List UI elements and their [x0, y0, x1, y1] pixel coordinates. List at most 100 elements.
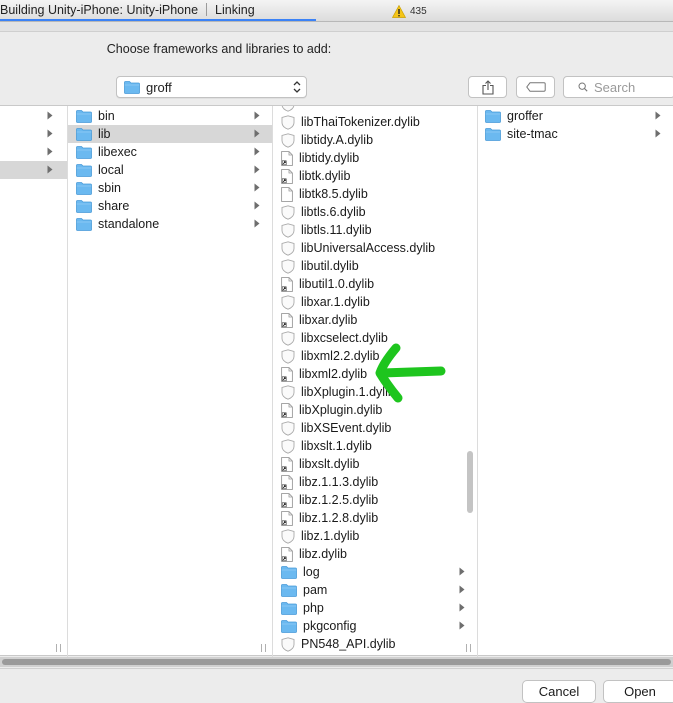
- chevron-right-icon: [459, 603, 465, 612]
- dylib-icon: [281, 294, 295, 310]
- column-resize-handle[interactable]: [56, 644, 61, 652]
- list-item-label: libexec: [98, 145, 137, 159]
- list-item[interactable]: [0, 143, 67, 161]
- list-item-label: libThaiTokenizer.dylib: [301, 115, 420, 129]
- build-progress-bar: [0, 19, 317, 21]
- list-item[interactable]: libz.dylib: [273, 545, 477, 563]
- list-item-label: php: [303, 601, 324, 615]
- list-item[interactable]: local: [68, 161, 272, 179]
- activity-bar: Building Unity-iPhone: Unity-iPhone Linki…: [0, 0, 673, 22]
- alias-file-icon: [281, 402, 293, 418]
- list-item-label: sbin: [98, 181, 121, 195]
- folder-icon: [124, 80, 140, 94]
- list-item[interactable]: libz.1.1.3.dylib: [273, 473, 477, 491]
- location-popup[interactable]: groff: [116, 76, 307, 98]
- list-item-label: libtk.dylib: [299, 169, 351, 183]
- list-item[interactable]: libxml2.2.dylib: [273, 347, 477, 365]
- list-item[interactable]: libtidy.A.dylib: [273, 131, 477, 149]
- list-item-label: libtk8.5.dylib: [299, 187, 368, 201]
- open-button[interactable]: Open: [603, 680, 673, 703]
- list-item[interactable]: libXplugin.1.dylib: [273, 383, 477, 401]
- list-item[interactable]: pkgconfig: [273, 617, 477, 635]
- list-item[interactable]: libtk8.5.dylib: [273, 185, 477, 203]
- share-button[interactable]: [468, 76, 507, 98]
- chevron-right-icon: [254, 201, 260, 210]
- list-item[interactable]: site-tmac: [478, 125, 673, 143]
- list-item-label: libXplugin.dylib: [299, 403, 383, 417]
- list-item[interactable]: libXplugin.dylib: [273, 401, 477, 419]
- activity-status: Linking: [215, 3, 255, 17]
- list-item-label: groffer: [507, 109, 543, 123]
- list-item[interactable]: PN548_API.dylib: [273, 635, 477, 653]
- column-parent[interactable]: [0, 106, 68, 657]
- list-item[interactable]: [0, 125, 67, 143]
- list-item[interactable]: [0, 107, 67, 125]
- list-item[interactable]: [0, 161, 67, 179]
- list-item[interactable]: libexec: [68, 143, 272, 161]
- list-item[interactable]: libxar.dylib: [273, 311, 477, 329]
- column-usr[interactable]: bin lib libexec local sbin share standalone: [68, 106, 273, 657]
- alias-file-icon: [281, 474, 293, 490]
- cancel-button[interactable]: Cancel: [522, 680, 596, 703]
- list-item-label: libxslt.dylib: [299, 457, 360, 471]
- list-item[interactable]: libutil1.0.dylib: [273, 275, 477, 293]
- folder-icon: [76, 145, 92, 159]
- list-item[interactable]: libXSEvent.dylib: [273, 419, 477, 437]
- list-item-label: libxml2.dylib: [299, 367, 368, 381]
- list-item[interactable]: pam: [273, 581, 477, 599]
- list-item[interactable]: sbin: [68, 179, 272, 197]
- folder-icon: [76, 109, 92, 123]
- warning-icon: [392, 4, 406, 18]
- alias-file-icon: [281, 366, 293, 382]
- chevron-right-icon: [655, 129, 661, 138]
- list-item-partial[interactable]: [273, 106, 477, 113]
- list-item[interactable]: libxcselect.dylib: [273, 329, 477, 347]
- folder-icon: [281, 583, 297, 597]
- list-item[interactable]: lib: [68, 125, 272, 143]
- list-item[interactable]: libutil.dylib: [273, 257, 477, 275]
- list-item[interactable]: php: [273, 599, 477, 617]
- column-resize-handle[interactable]: [261, 644, 266, 652]
- search-icon: [578, 82, 588, 92]
- alias-file-icon: [281, 168, 293, 184]
- dylib-icon: [281, 106, 295, 112]
- search-field[interactable]: [563, 76, 673, 98]
- dylib-icon: [281, 438, 295, 454]
- list-item[interactable]: bin: [68, 107, 272, 125]
- list-item[interactable]: libtls.6.dylib: [273, 203, 477, 221]
- list-item[interactable]: libz.1.dylib: [273, 527, 477, 545]
- list-item-label: libxar.dylib: [299, 313, 358, 327]
- list-item[interactable]: libxar.1.dylib: [273, 293, 477, 311]
- list-item[interactable]: libz.1.2.5.dylib: [273, 491, 477, 509]
- chevron-right-icon: [47, 165, 53, 174]
- list-item-label: libtls.6.dylib: [301, 205, 366, 219]
- list-item[interactable]: libThaiTokenizer.dylib: [273, 113, 477, 131]
- chevron-right-icon: [47, 111, 53, 120]
- list-item-label: bin: [98, 109, 115, 123]
- list-item[interactable]: libtls.11.dylib: [273, 221, 477, 239]
- chevron-right-icon: [254, 165, 260, 174]
- list-item-label: libtidy.dylib: [299, 151, 360, 165]
- list-item[interactable]: libxslt.1.dylib: [273, 437, 477, 455]
- list-item[interactable]: libz.1.2.8.dylib: [273, 509, 477, 527]
- tag-button[interactable]: [516, 76, 555, 98]
- list-item[interactable]: libxml2.dylib: [273, 365, 477, 383]
- list-item[interactable]: libtidy.dylib: [273, 149, 477, 167]
- list-item[interactable]: libUniversalAccess.dylib: [273, 239, 477, 257]
- lib-column-scrollbar[interactable]: [467, 451, 473, 513]
- dylib-icon: [281, 240, 295, 256]
- folder-icon: [76, 217, 92, 231]
- horizontal-scrollbar[interactable]: [2, 659, 671, 665]
- warning-indicator[interactable]: 435: [392, 3, 427, 19]
- list-item[interactable]: groffer: [478, 107, 673, 125]
- column-lib[interactable]: libThaiTokenizer.dylib libtidy.A.dylib lib…: [273, 106, 478, 657]
- list-item[interactable]: standalone: [68, 215, 272, 233]
- list-item[interactable]: libxslt.dylib: [273, 455, 477, 473]
- list-item-label: libXplugin.1.dylib: [301, 385, 395, 399]
- list-item[interactable]: log: [273, 563, 477, 581]
- alias-file-icon: [281, 276, 293, 292]
- column-groff[interactable]: groffer site-tmac: [478, 106, 673, 657]
- search-input[interactable]: [594, 79, 673, 95]
- list-item[interactable]: share: [68, 197, 272, 215]
- list-item[interactable]: libtk.dylib: [273, 167, 477, 185]
